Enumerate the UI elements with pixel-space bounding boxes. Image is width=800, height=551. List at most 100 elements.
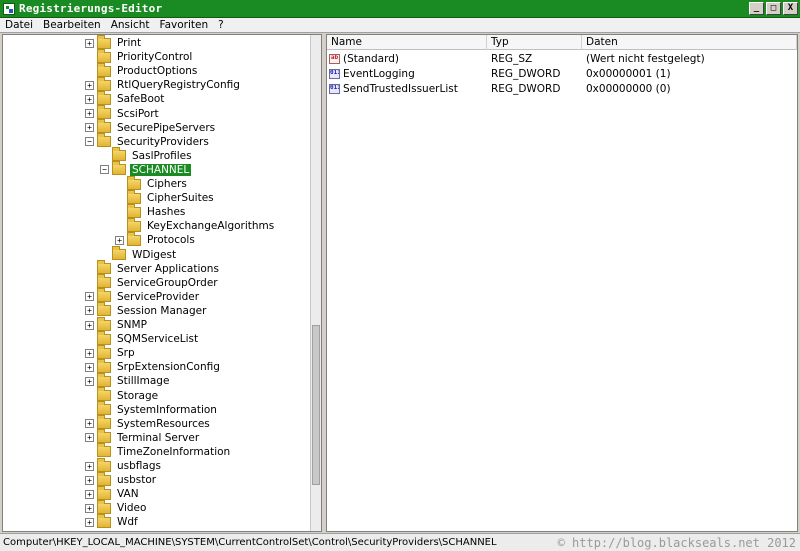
tree-node-label[interactable]: Video [115, 502, 148, 514]
expand-icon[interactable]: + [115, 235, 124, 245]
tree-node-label[interactable]: ServiceProvider [115, 291, 201, 303]
column-header-1[interactable]: Typ [487, 35, 582, 50]
expand-icon[interactable]: + [85, 80, 94, 90]
status-path: Computer\HKEY_LOCAL_MACHINE\SYSTEM\Curre… [3, 537, 497, 548]
tree-node-label[interactable]: SrpExtensionConfig [115, 361, 222, 373]
tree-node-label[interactable]: KeyExchangeAlgorithms [145, 220, 276, 232]
no-expander [85, 447, 94, 456]
tree-node[interactable]: + Protocols [115, 231, 197, 247]
tree-node-label[interactable]: CipherSuites [145, 192, 216, 204]
tree-node-label[interactable]: PriorityControl [115, 51, 194, 63]
tree-node[interactable]: ServiceGroupOrder [85, 274, 220, 290]
tree-node[interactable]: + usbstor [85, 471, 158, 487]
tree-node-label[interactable]: Hashes [145, 206, 187, 218]
no-expander [100, 250, 109, 259]
menu-item-0[interactable]: Datei [0, 19, 38, 31]
expand-icon[interactable]: + [85, 433, 94, 443]
minimize-button[interactable]: _ [749, 2, 764, 15]
tree-node-label[interactable]: SafeBoot [115, 93, 166, 105]
tree-node-label[interactable]: SQMServiceList [115, 333, 200, 345]
menu-item-2[interactable]: Ansicht [106, 19, 155, 31]
tree-node-label[interactable]: Terminal Server [115, 432, 201, 444]
menu-item-1[interactable]: Bearbeiten [38, 19, 106, 31]
tree-node[interactable]: + Print [85, 35, 143, 50]
menu-item-4[interactable]: ? [213, 19, 229, 31]
no-expander [85, 278, 94, 287]
tree-node[interactable]: − SecurityProviders [85, 133, 211, 149]
expand-icon[interactable]: + [85, 94, 94, 104]
tree-node-label[interactable]: RtlQueryRegistryConfig [115, 79, 242, 91]
tree-node-label[interactable]: SystemResources [115, 418, 212, 430]
collapse-icon[interactable]: − [85, 137, 94, 147]
tree-node[interactable]: TimeZoneInformation [85, 443, 232, 459]
value-row[interactable]: ab (Standard) REG_SZ (Wert nicht festgelegt… [329, 52, 796, 66]
tree-node-label[interactable]: StillImage [115, 375, 171, 387]
expand-icon[interactable]: + [85, 320, 94, 330]
tree-node[interactable]: + Srp [85, 344, 137, 360]
tree-node-label[interactable]: Server Applications [115, 263, 221, 275]
expand-icon[interactable]: + [85, 475, 94, 485]
tree-node-label[interactable]: usbstor [115, 474, 158, 486]
tree-node[interactable]: + RtlQueryRegistryConfig [85, 76, 242, 92]
tree-node[interactable]: Hashes [115, 203, 187, 219]
tree-node-label[interactable]: ScsiPort [115, 108, 161, 120]
tree-node-label[interactable]: SecurityProviders [115, 136, 211, 148]
tree-node-label[interactable]: Ciphers [145, 178, 189, 190]
folder-icon [97, 344, 111, 359]
tree-node-label[interactable]: SystemInformation [115, 404, 219, 416]
tree-node[interactable]: Server Applications [85, 260, 221, 276]
tree-node[interactable]: + Wdf [85, 513, 140, 529]
expand-icon[interactable]: + [85, 123, 94, 133]
tree-node-label[interactable]: Storage [115, 390, 160, 402]
title-bar: Registrierungs-Editor _ □ X [0, 0, 800, 18]
tree-node[interactable]: + SrpExtensionConfig [85, 358, 222, 374]
tree-node-label[interactable]: WDigest [130, 249, 178, 261]
expand-icon[interactable]: + [85, 461, 94, 471]
expand-icon[interactable]: + [85, 419, 94, 429]
tree-node-label[interactable]: SaslProfiles [130, 150, 194, 162]
tree-node-label[interactable]: SNMP [115, 319, 149, 331]
tree-node-label[interactable]: SCHANNEL [130, 163, 192, 176]
tree-node-label[interactable]: VAN [115, 488, 141, 500]
expand-icon[interactable]: + [85, 376, 94, 386]
tree-node-label[interactable]: usbflags [115, 460, 163, 472]
tree-node-label[interactable]: Session Manager [115, 305, 208, 317]
expand-icon[interactable]: + [85, 489, 94, 499]
expand-icon[interactable]: + [85, 38, 94, 48]
tree-node[interactable]: + Video [85, 499, 148, 515]
column-header-2[interactable]: Daten [582, 35, 797, 50]
tree-node[interactable]: KeyExchangeAlgorithms [115, 217, 276, 233]
tree-node-label[interactable]: Print [115, 37, 143, 49]
maximize-button[interactable]: □ [766, 2, 781, 15]
tree-node-label[interactable]: TimeZoneInformation [115, 446, 232, 458]
close-button[interactable]: X [783, 2, 798, 15]
menu-item-3[interactable]: Favoriten [155, 19, 214, 31]
tree-node-label[interactable]: ServiceGroupOrder [115, 277, 220, 289]
expand-icon[interactable]: + [85, 348, 94, 358]
column-header-0[interactable]: Name [327, 35, 487, 50]
tree-node-label[interactable]: ProductOptions [115, 65, 199, 77]
tree-scrollbar-thumb[interactable] [312, 325, 320, 485]
tree-scrollbar[interactable] [310, 35, 321, 531]
tree-node[interactable]: + SNMP [85, 316, 149, 332]
tree-node-label[interactable]: Wdf [115, 516, 140, 528]
tree-node[interactable]: − SCHANNEL [100, 161, 192, 177]
tree-node-label[interactable]: Protocols [145, 234, 197, 246]
expand-icon[interactable]: + [85, 503, 94, 513]
expand-icon[interactable]: + [85, 306, 94, 316]
value-row[interactable]: 011 SendTrustedIssuerList REG_DWORD 0x00000… [329, 82, 796, 96]
folder-icon [97, 443, 111, 458]
expand-icon[interactable]: + [85, 517, 94, 527]
tree-node[interactable]: SystemInformation [85, 401, 219, 417]
tree-node-label[interactable]: SecurePipeServers [115, 122, 217, 134]
expand-icon[interactable]: + [85, 109, 94, 118]
expand-icon[interactable]: + [85, 292, 94, 302]
tree-node[interactable]: + VAN [85, 485, 141, 501]
expand-icon[interactable]: + [85, 362, 94, 372]
tree-node[interactable]: WDigest [100, 246, 178, 262]
registry-tree[interactable]: + Print PriorityControl ProductOptions + RtlQ… [2, 34, 322, 532]
values-list[interactable]: Name Typ Daten ab (Standard) REG_SZ (Wert nic… [326, 34, 798, 532]
tree-node-label[interactable]: Srp [115, 347, 137, 359]
collapse-icon[interactable]: − [100, 165, 109, 175]
value-row[interactable]: 011 EventLogging REG_DWORD 0x00000001 (1) [329, 67, 796, 81]
